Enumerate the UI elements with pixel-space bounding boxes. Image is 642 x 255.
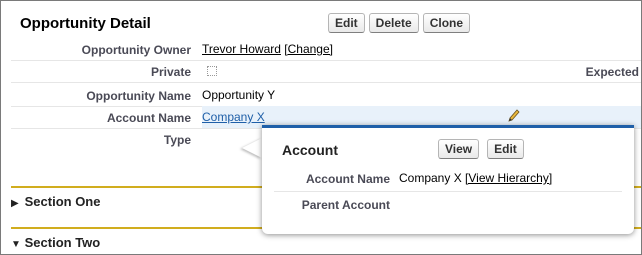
clone-button[interactable]: Clone — [422, 13, 471, 33]
page-title: Opportunity Detail — [20, 15, 151, 32]
popup-account-name-value: Company X [View Hierarchy] — [399, 171, 552, 185]
popup-row-parent-account: Parent Account — [274, 193, 622, 217]
owner-label: Opportunity Owner — [81, 43, 191, 57]
detail-button-bar: Edit Delete Clone — [328, 13, 471, 33]
field-row-owner: Opportunity Owner Trevor Howard [Change] — [11, 38, 641, 61]
change-owner-link[interactable]: [Change] — [284, 42, 333, 56]
popup-parent-account-label: Parent Account — [301, 198, 390, 212]
field-row-private: Private Expected — [11, 60, 641, 83]
account-link[interactable]: Company X — [202, 110, 265, 124]
owner-value: Trevor Howard [Change] — [202, 42, 333, 56]
section-two-label: Section Two — [24, 235, 101, 250]
account-name-value: Company X — [202, 110, 265, 124]
field-row-name: Opportunity Name Opportunity Y — [11, 84, 641, 107]
expected-label: Expected — [585, 65, 639, 79]
owner-link[interactable]: Trevor Howard — [202, 42, 281, 56]
pencil-icon[interactable] — [507, 108, 521, 124]
delete-button[interactable]: Delete — [368, 13, 419, 33]
section-one-header[interactable]: ▶ Section One — [11, 194, 100, 209]
view-hierarchy-link[interactable]: [View Hierarchy] — [465, 171, 552, 185]
popup-title: Account — [282, 142, 338, 158]
edit-button[interactable]: Edit — [328, 13, 365, 33]
account-hover-popup: Account View Edit Account Name Company X… — [262, 125, 634, 234]
triangle-down-icon: ▼ — [11, 239, 21, 250]
private-checkbox — [207, 66, 217, 76]
type-label: Type — [163, 133, 191, 147]
opportunity-name-value: Opportunity Y — [202, 88, 276, 102]
popup-button-bar: View Edit — [438, 139, 524, 159]
private-label: Private — [150, 65, 191, 79]
section-two-header[interactable]: ▼ Section Two — [11, 235, 100, 250]
popup-pointer — [242, 138, 262, 158]
triangle-right-icon: ▶ — [11, 198, 19, 209]
popup-edit-button[interactable]: Edit — [487, 139, 524, 159]
popup-view-button[interactable]: View — [438, 139, 480, 159]
popup-account-name-text: Company X — [399, 171, 462, 185]
popup-row-account-name: Account Name Company X [View Hierarchy] — [274, 167, 622, 192]
opportunity-name-label: Opportunity Name — [86, 89, 191, 103]
popup-account-name-label: Account Name — [305, 172, 390, 186]
account-name-label: Account Name — [106, 111, 191, 125]
section-one-label: Section One — [24, 194, 101, 209]
